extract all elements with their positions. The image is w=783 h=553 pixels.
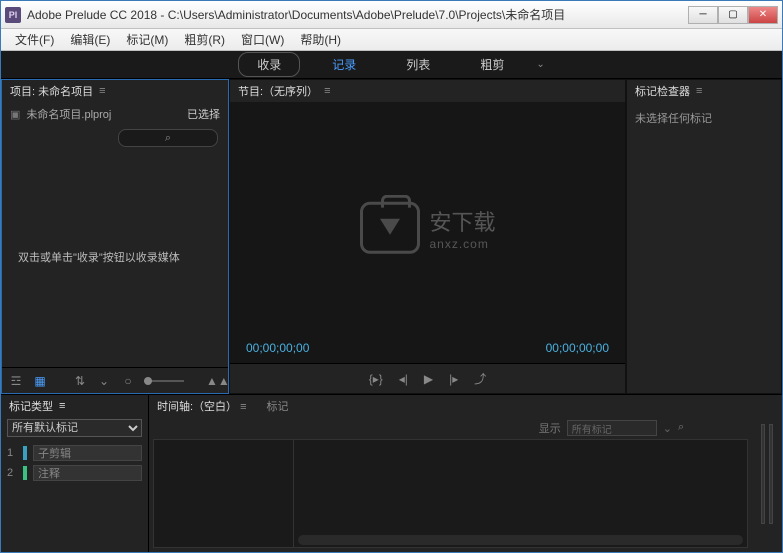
audio-meters bbox=[752, 395, 782, 552]
mountain-icon[interactable]: ▲▲ bbox=[206, 374, 222, 388]
monitor-title: 节目:（无序列） bbox=[238, 83, 318, 99]
list-view-icon[interactable]: ☲ bbox=[8, 374, 24, 388]
marker-type-panel: 标记类型 ≡ 所有默认标记 1 子剪辑 2 注释 bbox=[1, 395, 149, 552]
project-file-name[interactable]: 未命名项目.plproj bbox=[26, 106, 181, 122]
menu-roughcut[interactable]: 粗剪(R) bbox=[176, 31, 233, 48]
audio-meter-right bbox=[769, 424, 773, 524]
watermark-text: 安下载 bbox=[429, 204, 495, 236]
maximize-button[interactable]: ▢ bbox=[718, 6, 748, 24]
menu-help[interactable]: 帮助(H) bbox=[292, 31, 349, 48]
workspace-tabs: 收录 记录 列表 粗剪 ⌄ bbox=[1, 51, 782, 79]
timeline-panel: 时间轴:（空白） ≡ 标记 显示 所有标记 ⌄ ⌕ bbox=[149, 395, 752, 552]
workspace-tab-logging[interactable]: 记录 bbox=[314, 53, 374, 76]
menu-marker[interactable]: 标记(M) bbox=[118, 31, 176, 48]
timeline-scrollbar[interactable] bbox=[298, 535, 743, 545]
marker-type-item[interactable]: 1 子剪辑 bbox=[7, 443, 142, 463]
menu-window[interactable]: 窗口(W) bbox=[233, 31, 292, 48]
filter-icon[interactable]: ⌄ bbox=[96, 374, 112, 388]
step-back-icon[interactable]: ◂| bbox=[399, 372, 408, 386]
watermark-icon bbox=[359, 201, 419, 253]
minimize-button[interactable]: ─ bbox=[688, 6, 718, 24]
marker-inspector-title: 标记检查器 bbox=[635, 83, 690, 99]
panel-menu-icon[interactable]: ≡ bbox=[99, 85, 105, 97]
panel-menu-icon[interactable]: ≡ bbox=[324, 85, 330, 97]
close-button[interactable]: ✕ bbox=[748, 6, 778, 24]
watermark: 安下载 anxz.com bbox=[359, 201, 495, 253]
timecode-out[interactable]: 00;00;00;00 bbox=[546, 341, 609, 355]
marker-type-label: 子剪辑 bbox=[33, 445, 142, 461]
transport-controls: {▸} ◂| ▶ |▸ ⤴ bbox=[230, 363, 625, 393]
workspace-tab-ingest[interactable]: 收录 bbox=[238, 52, 300, 77]
marker-type-title: 标记类型 bbox=[9, 398, 53, 414]
thumb-view-icon[interactable]: ▦ bbox=[32, 374, 48, 388]
menu-edit[interactable]: 编辑(E) bbox=[62, 31, 118, 48]
marker-type-label: 注释 bbox=[33, 465, 142, 481]
step-forward-icon[interactable]: |▸ bbox=[449, 372, 458, 386]
search-icon[interactable]: ⌕ bbox=[678, 421, 692, 435]
project-status: 已选择 bbox=[187, 106, 220, 122]
workspace-tab-roughcut[interactable]: 粗剪 bbox=[462, 53, 522, 76]
project-panel: 项目: 未命名项目 ≡ ▣ 未命名项目.plproj 已选择 ⌕ 双击或单击"收… bbox=[1, 79, 229, 394]
watermark-sub: anxz.com bbox=[429, 236, 495, 250]
timecode-in[interactable]: 00;00;00;00 bbox=[246, 341, 309, 355]
marker-inspector-panel: 标记检查器 ≡ 未选择任何标记 bbox=[626, 79, 782, 394]
project-panel-title: 项目: 未命名项目 bbox=[10, 83, 93, 99]
marker-inspector-empty: 未选择任何标记 bbox=[627, 102, 781, 134]
timeline-title: 时间轴:（空白） ≡ bbox=[157, 398, 247, 414]
marker-type-item[interactable]: 2 注释 bbox=[7, 463, 142, 483]
marker-tab[interactable]: 标记 bbox=[267, 398, 289, 414]
timeline-body[interactable] bbox=[153, 439, 748, 548]
window-title: Adobe Prelude CC 2018 - C:\Users\Adminis… bbox=[27, 6, 688, 23]
menubar: 文件(F) 编辑(E) 标记(M) 粗剪(R) 窗口(W) 帮助(H) bbox=[1, 29, 782, 51]
search-icon: ⌕ bbox=[165, 132, 171, 145]
project-empty-hint: 双击或单击"收录"按钮以收录媒体 bbox=[2, 150, 228, 367]
panel-menu-icon[interactable]: ≡ bbox=[59, 400, 65, 412]
folder-icon: ▣ bbox=[10, 108, 20, 121]
titlebar: Pl Adobe Prelude CC 2018 - C:\Users\Admi… bbox=[1, 1, 782, 29]
workspace-overflow-icon[interactable]: ⌄ bbox=[536, 59, 544, 70]
menu-file[interactable]: 文件(F) bbox=[7, 31, 62, 48]
audio-meter-left bbox=[761, 424, 765, 524]
filter-label: 显示 bbox=[539, 420, 561, 436]
monitor-viewport: 安下载 anxz.com 00;00;00;00 00;00;00;00 bbox=[230, 102, 625, 363]
play-icon[interactable]: ▶ bbox=[424, 372, 433, 386]
project-search-input[interactable]: ⌕ bbox=[118, 129, 218, 147]
zoom-out-icon[interactable]: ○ bbox=[120, 374, 136, 388]
marker-type-select[interactable]: 所有默认标记 bbox=[7, 419, 142, 437]
monitor-panel: 节目:（无序列） ≡ 安下载 anxz.com 00;00;00;00 00;0… bbox=[229, 79, 626, 394]
export-icon[interactable]: ⤴ bbox=[474, 370, 486, 387]
project-footer: ☲ ▦ ⇅ ⌄ ○ ▲▲ bbox=[2, 367, 228, 393]
panel-menu-icon[interactable]: ≡ bbox=[696, 85, 702, 97]
zoom-slider[interactable] bbox=[144, 380, 184, 382]
sort-icon[interactable]: ⇅ bbox=[72, 374, 88, 388]
workspace-tab-list[interactable]: 列表 bbox=[388, 53, 448, 76]
app-icon: Pl bbox=[5, 7, 21, 23]
marker-filter-select[interactable]: 所有标记 bbox=[567, 420, 657, 436]
go-to-in-icon[interactable]: {▸} bbox=[369, 372, 383, 386]
